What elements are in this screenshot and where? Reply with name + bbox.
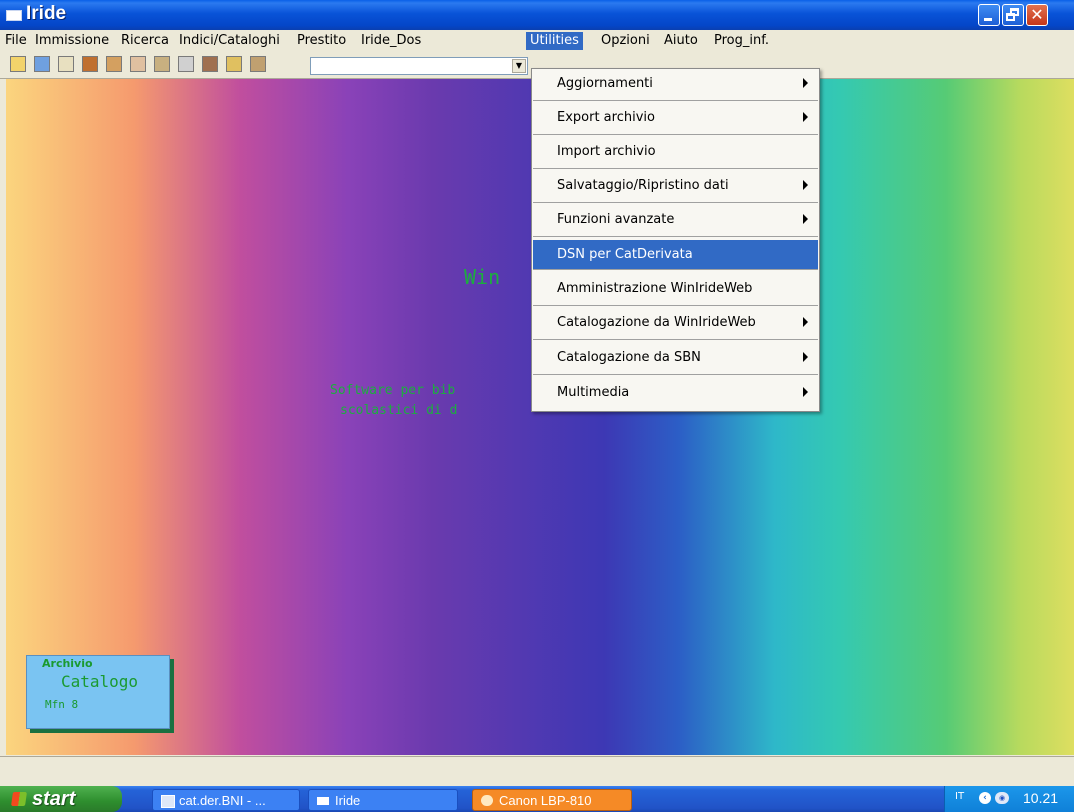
network-icon[interactable]: ◉	[995, 792, 1009, 804]
menu-ricerca[interactable]: Ricerca	[117, 32, 173, 50]
menu-item-funzioni-avanzate[interactable]: Funzioni avanzate	[533, 205, 818, 237]
taskbar-item-iride[interactable]: Iride	[308, 789, 458, 811]
submenu-arrow-icon	[803, 214, 808, 224]
taskbar-item-label: Iride	[335, 793, 361, 808]
menu-item-label: Catalogazione da WinIrideWeb	[557, 315, 756, 330]
menu-item-label: DSN per CatDerivata	[557, 247, 693, 262]
start-label: start	[32, 788, 76, 810]
books-icon[interactable]	[154, 56, 170, 72]
binoculars-icon[interactable]	[202, 56, 218, 72]
taskbar-item-label: Canon LBP-810	[499, 793, 592, 808]
archive-label: Archivio	[42, 657, 93, 670]
title-bar[interactable]: Iride ✕	[0, 0, 1074, 30]
menu-prog-inf[interactable]: Prog_inf.	[710, 32, 773, 50]
menu-iride-dos[interactable]: Iride_Dos	[357, 32, 425, 50]
menu-item-label: Salvataggio/Ripristino dati	[557, 178, 729, 193]
submenu-arrow-icon	[803, 317, 808, 327]
submenu-arrow-icon	[803, 78, 808, 88]
chevron-down-icon[interactable]: ▼	[512, 59, 526, 73]
app-title: Win	[464, 265, 501, 289]
submenu-arrow-icon	[803, 112, 808, 122]
edit-icon[interactable]	[130, 56, 146, 72]
status-bar	[0, 756, 1074, 787]
taskbar-item-label: cat.der.BNI - ...	[179, 793, 266, 808]
menu-opzioni[interactable]: Opzioni	[597, 32, 654, 50]
lightning-icon[interactable]	[226, 56, 242, 72]
menu-item-multimedia[interactable]: Multimedia	[533, 378, 818, 410]
menu-bar: File Immissione Ricerca Indici/Cataloghi…	[0, 30, 1074, 52]
menu-item-catalogazione-winirideweb[interactable]: Catalogazione da WinIrideWeb	[533, 308, 818, 340]
menu-item-label: Import archivio	[557, 144, 656, 159]
menu-prestito[interactable]: Prestito	[293, 32, 350, 50]
archive-name: Catalogo	[61, 672, 139, 691]
menu-item-export-archivio[interactable]: Export archivio	[533, 103, 818, 135]
taskbar-item-cat-der-bni[interactable]: cat.der.BNI - ...	[152, 789, 300, 811]
submenu-arrow-icon	[803, 387, 808, 397]
close-button[interactable]: ✕	[1026, 4, 1048, 26]
catalog-icon[interactable]	[106, 56, 122, 72]
menu-file[interactable]: File	[1, 32, 31, 50]
menu-item-import-archivio[interactable]: Import archivio	[533, 137, 818, 169]
document-icon	[161, 795, 175, 808]
chart-icon[interactable]	[250, 56, 266, 72]
taskbar-item-canon-lbp-810[interactable]: Canon LBP-810	[472, 789, 632, 811]
printer-icon	[481, 795, 493, 806]
menu-item-label: Export archivio	[557, 110, 655, 125]
home-icon[interactable]	[58, 56, 74, 72]
menu-aiuto[interactable]: Aiuto	[660, 32, 702, 50]
menu-item-label: Amministrazione WinIrideWeb	[557, 281, 753, 296]
chevron-left-icon[interactable]: ‹	[979, 792, 991, 804]
submenu-arrow-icon	[803, 180, 808, 190]
toolbar-combo[interactable]: ▼	[310, 57, 528, 75]
window-icon[interactable]	[34, 56, 50, 72]
restore-button[interactable]	[1002, 4, 1024, 26]
menu-immissione[interactable]: Immissione	[31, 32, 113, 50]
open-icon[interactable]	[10, 56, 26, 72]
start-button[interactable]: start	[0, 786, 122, 812]
menu-item-amministrazione-winirideweb[interactable]: Amministrazione WinIrideWeb	[533, 274, 818, 306]
menu-item-dsn-catderivata[interactable]: DSN per CatDerivata	[533, 240, 818, 270]
window-title: Iride	[26, 3, 67, 24]
menu-item-label: Funzioni avanzate	[557, 212, 675, 227]
window-icon	[317, 797, 329, 805]
taskbar: start cat.der.BNI - ... Iride Canon LBP-…	[0, 786, 1074, 812]
windows-logo-icon	[11, 792, 27, 806]
menu-item-salvataggio-ripristino[interactable]: Salvataggio/Ripristino dati	[533, 171, 818, 203]
menu-item-catalogazione-sbn[interactable]: Catalogazione da SBN	[533, 343, 818, 375]
app-subtitle-line2: scolastici di d	[340, 403, 458, 418]
gear-icon[interactable]	[178, 56, 194, 72]
menu-item-label: Catalogazione da SBN	[557, 350, 701, 365]
app-subtitle-line1: Software per bib	[330, 383, 456, 398]
language-indicator[interactable]: IT	[955, 791, 964, 802]
menu-item-aggiornamenti[interactable]: Aggiornamenti	[533, 69, 818, 101]
utilities-menu: Aggiornamenti Export archivio Import arc…	[531, 68, 820, 412]
menu-item-label: Multimedia	[557, 385, 630, 400]
minimize-button[interactable]	[978, 4, 1000, 26]
archive-mfn: Mfn 8	[45, 698, 79, 711]
menu-indici-cataloghi[interactable]: Indici/Cataloghi	[175, 32, 284, 50]
app-icon	[6, 10, 22, 21]
clock[interactable]: 10.21	[1023, 790, 1058, 806]
close-icon: ✕	[1030, 5, 1044, 24]
menu-utilities[interactable]: Utilities	[526, 32, 583, 50]
submenu-arrow-icon	[803, 352, 808, 362]
menu-item-label: Aggiornamenti	[557, 76, 653, 91]
system-tray: IT ‹ ◉ 10.21	[944, 786, 1074, 812]
library-icon[interactable]	[82, 56, 98, 72]
